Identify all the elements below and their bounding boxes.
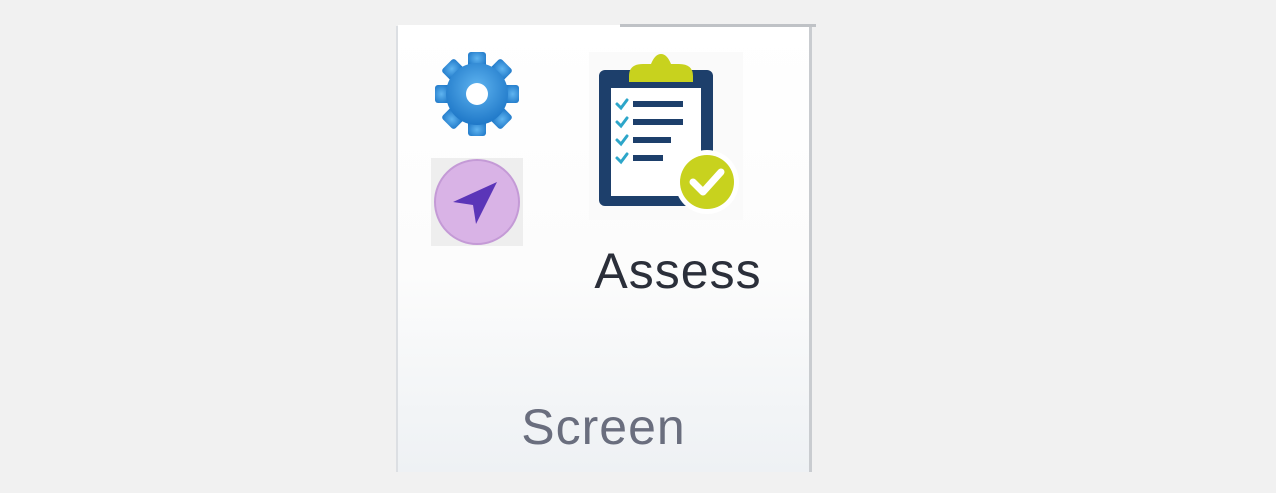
assess-button[interactable]: Assess bbox=[584, 52, 782, 322]
navigation-arrow-icon bbox=[434, 159, 520, 245]
ribbon-group-screen: Assess Screen bbox=[396, 24, 816, 472]
assess-button-label: Assess bbox=[594, 243, 762, 299]
ribbon-group-label: Screen bbox=[521, 399, 686, 455]
group-top-edge bbox=[398, 25, 620, 27]
navigate-button[interactable] bbox=[431, 158, 523, 246]
settings-button[interactable] bbox=[431, 50, 523, 138]
group-top-edge-shadow bbox=[620, 24, 816, 27]
clipboard-checklist-icon bbox=[599, 54, 739, 214]
gear-icon bbox=[435, 52, 519, 136]
assess-icon-frame bbox=[589, 52, 743, 220]
